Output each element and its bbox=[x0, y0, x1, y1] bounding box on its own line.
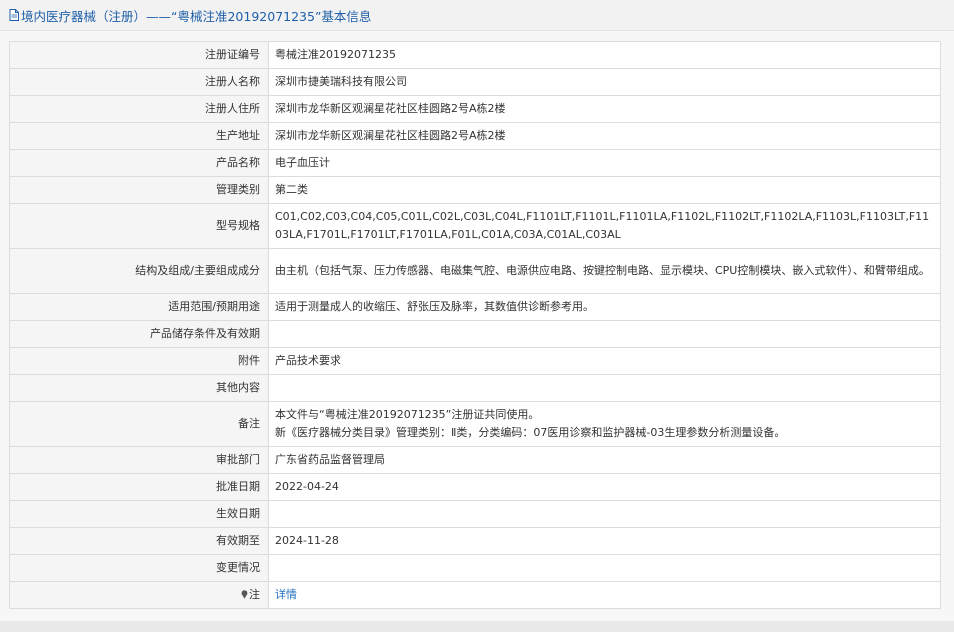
details-link[interactable]: 详情 bbox=[275, 588, 297, 601]
field-value bbox=[268, 554, 941, 582]
table-row: 附件 产品技术要求 bbox=[9, 347, 941, 375]
field-label: 备注 bbox=[9, 401, 269, 447]
field-label: 注 bbox=[249, 588, 260, 601]
field-value: 广东省药品监督管理局 bbox=[268, 446, 941, 474]
field-label: 生产地址 bbox=[9, 122, 269, 150]
field-value: 适用于测量成人的收缩压、舒张压及脉率，其数值供诊断参考用。 bbox=[268, 293, 941, 321]
field-label: 有效期至 bbox=[9, 527, 269, 555]
field-value: 2024-11-28 bbox=[268, 527, 941, 555]
table-row: 型号规格 C01,C02,C03,C04,C05,C01L,C02L,C03L,… bbox=[9, 203, 941, 249]
table-row: 产品储存条件及有效期 bbox=[9, 320, 941, 348]
field-value: C01,C02,C03,C04,C05,C01L,C02L,C03L,C04L,… bbox=[268, 203, 941, 249]
table-row: 变更情况 bbox=[9, 554, 941, 582]
table-row: 生效日期 bbox=[9, 500, 941, 528]
table-row: 审批部门 广东省药品监督管理局 bbox=[9, 446, 941, 474]
field-value bbox=[268, 320, 941, 348]
table-row: 适用范围/预期用途 适用于测量成人的收缩压、舒张压及脉率，其数值供诊断参考用。 bbox=[9, 293, 941, 321]
field-value: 由主机（包括气泵、压力传感器、电磁集气腔、电源供应电路、按键控制电路、显示模块、… bbox=[268, 248, 941, 294]
remark-line: 本文件与“粤械注准20192071235”注册证共同使用。 bbox=[275, 408, 540, 421]
detail-table: 注册证编号 粤械注准20192071235 注册人名称 深圳市捷美瑞科技有限公司… bbox=[9, 41, 941, 609]
table-row: 注册人住所 深圳市龙华新区观澜星花社区桂圆路2号A栋2楼 bbox=[9, 95, 941, 123]
field-value: 深圳市捷美瑞科技有限公司 bbox=[268, 68, 941, 96]
field-label: 适用范围/预期用途 bbox=[9, 293, 269, 321]
field-label: 结构及组成/主要组成成分 bbox=[9, 248, 269, 294]
field-label: 产品储存条件及有效期 bbox=[9, 320, 269, 348]
field-label: 附件 bbox=[9, 347, 269, 375]
field-label: 型号规格 bbox=[9, 203, 269, 249]
page-title: 境内医疗器械（注册）——“粤械注准20192071235”基本信息 bbox=[21, 8, 372, 24]
field-value: 产品技术要求 bbox=[268, 347, 941, 375]
table-row: 有效期至 2024-11-28 bbox=[9, 527, 941, 555]
field-label: 其他内容 bbox=[9, 374, 269, 402]
table-row: 生产地址 深圳市龙华新区观澜星花社区桂圆路2号A栋2楼 bbox=[9, 122, 941, 150]
note-label-cell: 注 bbox=[9, 581, 269, 609]
field-label: 管理类别 bbox=[9, 176, 269, 204]
table-row: 产品名称 电子血压计 bbox=[9, 149, 941, 177]
field-label: 变更情况 bbox=[9, 554, 269, 582]
field-label: 生效日期 bbox=[9, 500, 269, 528]
field-value: 2022-04-24 bbox=[268, 473, 941, 501]
table-row: 管理类别 第二类 bbox=[9, 176, 941, 204]
field-value: 粤械注准20192071235 bbox=[268, 41, 941, 69]
field-label: 注册证编号 bbox=[9, 41, 269, 69]
field-value: 深圳市龙华新区观澜星花社区桂圆路2号A栋2楼 bbox=[268, 95, 941, 123]
table-row: 备注 本文件与“粤械注准20192071235”注册证共同使用。 新《医疗器械分… bbox=[9, 401, 941, 447]
field-value: 深圳市龙华新区观澜星花社区桂圆路2号A栋2楼 bbox=[268, 122, 941, 150]
bottom-strip bbox=[0, 621, 954, 632]
field-label: 批准日期 bbox=[9, 473, 269, 501]
table-row: 结构及组成/主要组成成分 由主机（包括气泵、压力传感器、电磁集气腔、电源供应电路… bbox=[9, 248, 941, 294]
table-row: 注册人名称 深圳市捷美瑞科技有限公司 bbox=[9, 68, 941, 96]
page-header: 境内医疗器械（注册）——“粤械注准20192071235”基本信息 bbox=[0, 0, 954, 31]
field-value: 第二类 bbox=[268, 176, 941, 204]
pin-icon bbox=[241, 590, 248, 599]
table-row: 注册证编号 粤械注准20192071235 bbox=[9, 41, 941, 69]
field-label: 审批部门 bbox=[9, 446, 269, 474]
remark-line: 新《医疗器械分类目录》管理类别：Ⅱ类，分类编码：07医用诊察和监护器械-03生理… bbox=[275, 426, 786, 439]
field-label: 注册人住所 bbox=[9, 95, 269, 123]
content-panel: 注册证编号 粤械注准20192071235 注册人名称 深圳市捷美瑞科技有限公司… bbox=[0, 31, 954, 621]
field-value: 电子血压计 bbox=[268, 149, 941, 177]
field-value: 本文件与“粤械注准20192071235”注册证共同使用。 新《医疗器械分类目录… bbox=[268, 401, 941, 447]
document-icon bbox=[9, 9, 19, 21]
field-value bbox=[268, 500, 941, 528]
table-row: 注 详情 bbox=[9, 581, 941, 609]
field-value bbox=[268, 374, 941, 402]
field-value: 详情 bbox=[268, 581, 941, 609]
field-label: 产品名称 bbox=[9, 149, 269, 177]
table-row: 其他内容 bbox=[9, 374, 941, 402]
field-label: 注册人名称 bbox=[9, 68, 269, 96]
table-row: 批准日期 2022-04-24 bbox=[9, 473, 941, 501]
